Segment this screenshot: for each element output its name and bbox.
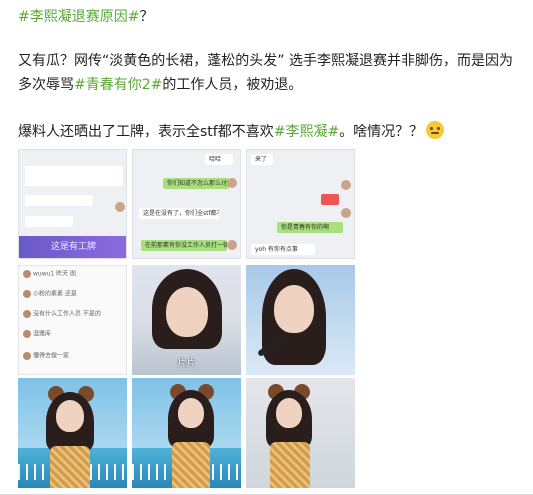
hashtag-name[interactable]: #李熙凝# bbox=[274, 124, 339, 140]
sticker bbox=[321, 194, 339, 205]
avatar bbox=[341, 208, 351, 218]
chat-message: 哈哈 bbox=[205, 154, 233, 165]
face bbox=[56, 400, 84, 432]
avatar bbox=[227, 240, 237, 250]
image-comment-list[interactable]: wuwu1 昨天 图 小粉的素素 还是 没有什么工作人员 不是的 温雅库 懂得去… bbox=[18, 265, 127, 375]
hashtag-show[interactable]: #青春有你2# bbox=[74, 77, 162, 93]
image-grid: 这是有工牌 哈哈 你们知道不怎么那么讨厌 这是在没有了，你们全stf都不喜欢 在… bbox=[18, 149, 355, 495]
list-item: 没有什么工作人员 不是的 bbox=[23, 310, 123, 326]
post-body-line2: 多次辱骂#青春有你2#的工作人员，被劝退。 bbox=[18, 75, 302, 95]
dress bbox=[172, 442, 210, 488]
line3-prefix: 爆料人还晒出了工牌，表示全stf都不喜欢 bbox=[18, 124, 274, 140]
image-chat-screenshot-1[interactable]: 这是有工牌 bbox=[18, 149, 127, 259]
video-subtitle: 片片 bbox=[177, 359, 196, 369]
list-item: 温雅库 bbox=[23, 330, 123, 346]
chat-message bbox=[25, 195, 93, 206]
image-photo-contestant-2[interactable] bbox=[246, 265, 355, 375]
thinking-face-icon bbox=[426, 121, 445, 139]
face bbox=[178, 398, 204, 428]
hashtag-title[interactable]: #李熙凝退赛原因# bbox=[18, 9, 139, 25]
image-photo-5[interactable] bbox=[246, 378, 355, 488]
image-chat-screenshot-2[interactable]: 哈哈 你们知道不怎么那么讨厌 这是在没有了，你们全stf都不喜欢 在前那素有你没… bbox=[132, 149, 241, 259]
chat-message: yoh 有你有点事 bbox=[251, 244, 315, 255]
face bbox=[166, 287, 208, 337]
image-photo-3[interactable] bbox=[18, 378, 127, 488]
face bbox=[276, 398, 302, 428]
line3-suffix: 。啥情况？？ bbox=[339, 124, 424, 140]
line2-suffix: 的工作人员，被劝退。 bbox=[162, 77, 303, 93]
workbadge-banner: 这是有工牌 bbox=[19, 236, 126, 258]
dress bbox=[50, 446, 90, 488]
chat-message: 这是在没有了，你们全stf都不喜欢 bbox=[139, 208, 219, 219]
list-item: wuwu1 昨天 图 bbox=[23, 270, 123, 286]
image-photo-contestant-1[interactable]: 片片 bbox=[132, 265, 241, 375]
chat-message: 在前那素有你没工作人员打一顿 bbox=[141, 240, 227, 251]
post-body-line3: 爆料人还晒出了工牌，表示全stf都不喜欢#李熙凝#。啥情况？？ bbox=[18, 121, 445, 142]
post-body-line1: 又有瓜？网传“淡黄色的长裙，蓬松的头发” 选手李熙凝退赛并非脚伤，而是因为 bbox=[18, 53, 513, 69]
title-suffix: ？ bbox=[139, 9, 154, 25]
image-photo-4[interactable] bbox=[132, 378, 241, 488]
list-item: 小粉的素素 还是 bbox=[23, 290, 123, 306]
line2-prefix: 多次辱骂 bbox=[18, 77, 74, 93]
avatar bbox=[115, 202, 125, 212]
avatar bbox=[227, 178, 237, 188]
list-item: 懂得去做一家 bbox=[23, 352, 123, 368]
face bbox=[274, 285, 314, 333]
weibo-post: #李熙凝退赛原因#？ 又有瓜？网传“淡黄色的长裙，蓬松的头发” 选手李熙凝退赛并… bbox=[0, 0, 533, 495]
chat-message: 你是青春有你的啊 bbox=[277, 222, 343, 233]
chat-message: 你们知道不怎么那么讨厌 bbox=[163, 178, 229, 189]
avatar bbox=[341, 180, 351, 190]
chat-message bbox=[25, 166, 123, 186]
dress bbox=[270, 442, 310, 488]
chat-message bbox=[25, 216, 73, 227]
chat-message: 来了 bbox=[251, 154, 273, 165]
post-title: #李熙凝退赛原因#？ bbox=[18, 7, 153, 27]
image-chat-screenshot-3[interactable]: 来了 你是青春有你的啊 yoh 有你有点事 bbox=[246, 149, 355, 259]
